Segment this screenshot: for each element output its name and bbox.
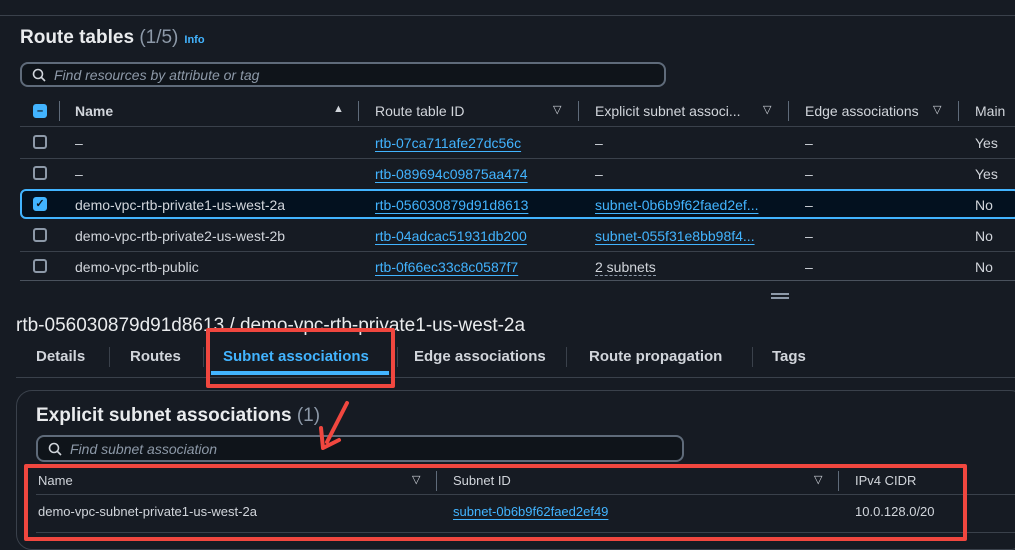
col-route-table-id[interactable]: Route table ID [375,103,465,119]
tab-divider [203,347,204,367]
route-table-name: demo-vpc-rtb-public [75,259,199,275]
explicit-subnet-association[interactable]: 2 subnets [595,259,656,276]
col-divider [358,101,359,121]
explicit-subnet-association: – [595,135,603,151]
route-table-id-link[interactable]: rtb-0f66ec33c8c0587f7 [375,259,518,275]
sort-icon[interactable]: ▽ [933,103,941,116]
main-flag: No [975,197,993,213]
annotation-box-table [24,464,967,541]
sort-icon[interactable]: ▽ [763,103,771,116]
col-divider [59,101,60,121]
sort-asc-icon[interactable]: ▲ [333,103,344,115]
title-text: Route tables [20,27,135,48]
count: (1/5) [139,27,179,48]
top-divider [0,15,1015,16]
tab-edge-associations[interactable]: Edge associations [414,348,546,365]
explicit-subnet-association: – [595,166,603,182]
edge-associations: – [805,166,813,182]
tab-divider [566,347,567,367]
main-flag: No [975,259,993,275]
edge-associations: – [805,197,813,213]
table-row[interactable]: – rtb-089694c09875aa474 – – Yes [0,158,1015,189]
table-row[interactable]: demo-vpc-rtb-private2-us-west-2b rtb-04ad… [0,220,1015,251]
tab-route-propagation[interactable]: Route propagation [589,348,722,365]
tab-divider [397,347,398,367]
row-checkbox[interactable] [33,166,47,180]
search-icon [32,68,46,82]
subnet-search-input[interactable]: Find subnet association [36,435,684,462]
route-table-id-link[interactable]: rtb-07ca711afe27dc56c [375,135,521,151]
page-title: Route tables (1/5) Info [20,27,205,49]
panel-title: Explicit subnet associations (1) [36,405,320,427]
search-placeholder: Find resources by attribute or tag [54,66,260,83]
info-link[interactable]: Info [184,34,204,46]
tab-routes[interactable]: Routes [130,348,181,365]
select-all-checkbox[interactable]: – [33,104,47,118]
edge-associations: – [805,228,813,244]
search-icon [48,442,62,456]
main-flag: Yes [975,135,998,151]
col-explicit-subnet[interactable]: Explicit subnet associ... [595,103,741,119]
tab-tags[interactable]: Tags [772,348,806,365]
row-checkbox[interactable]: ✓ [33,197,47,211]
annotation-box-tab [206,328,395,388]
col-divider [578,101,579,121]
row-checkbox[interactable] [33,259,47,273]
route-table-name: – [75,135,83,151]
col-divider [788,101,789,121]
route-table-name: – [75,166,83,182]
table-row[interactable]: – rtb-07ca711afe27dc56c – – Yes [0,127,1015,158]
route-table-id-link[interactable]: rtb-056030879d91d8613 [375,197,528,213]
col-main[interactable]: Main [975,103,1005,119]
route-table-name: demo-vpc-rtb-private1-us-west-2a [75,197,286,213]
explicit-subnet-association[interactable]: subnet-055f31e8bb98f4... [595,228,755,244]
resize-handle[interactable] [771,293,789,299]
search-input[interactable]: Find resources by attribute or tag [20,62,666,87]
main-flag: Yes [975,166,998,182]
row-checkbox[interactable] [33,228,47,242]
tab-divider [752,347,753,367]
route-table-id-link[interactable]: rtb-04adcac51931db200 [375,228,527,244]
tab-details[interactable]: Details [36,348,85,365]
col-name[interactable]: Name [75,103,113,119]
table-row[interactable]: ✓ demo-vpc-rtb-private1-us-west-2a rtb-056… [0,189,1015,220]
explicit-subnet-association[interactable]: subnet-0b6b9f62faed2ef... [595,197,758,213]
annotation-arrow-icon [319,401,349,450]
panel-title-text: Explicit subnet associations [36,405,292,426]
row-checkbox[interactable] [33,135,47,149]
col-edge-associations[interactable]: Edge associations [805,103,919,119]
table-bottom [20,280,1015,281]
edge-associations: – [805,135,813,151]
table-row[interactable]: demo-vpc-rtb-public rtb-0f66ec33c8c0587f7… [0,251,1015,282]
main-flag: No [975,228,993,244]
route-table-id-link[interactable]: rtb-089694c09875aa474 [375,166,528,182]
search-placeholder: Find subnet association [70,440,218,457]
route-table-name: demo-vpc-rtb-private2-us-west-2b [75,228,286,244]
sort-icon[interactable]: ▽ [553,103,561,116]
col-divider [958,101,959,121]
tab-divider [109,347,110,367]
edge-associations: – [805,259,813,275]
tabs-divider [16,377,1015,378]
